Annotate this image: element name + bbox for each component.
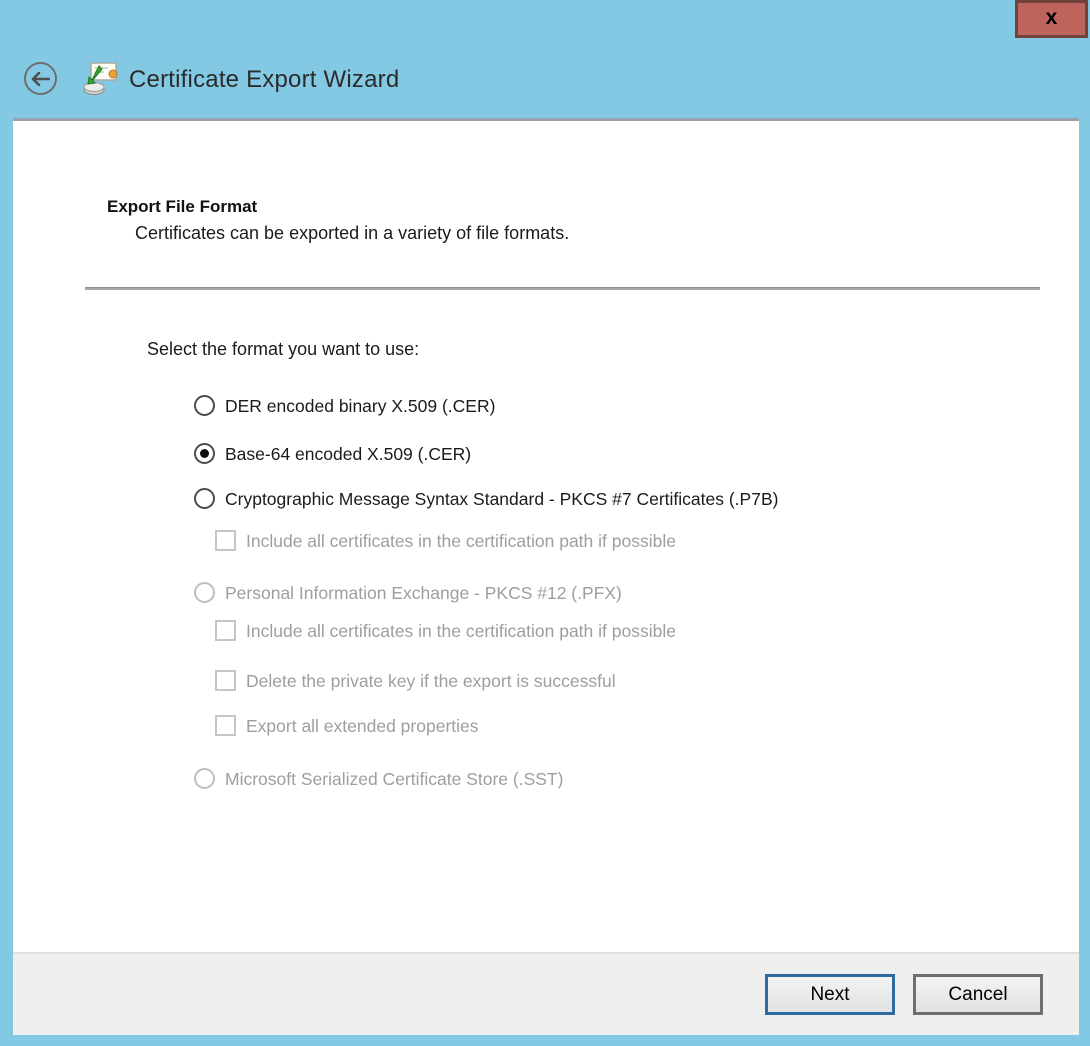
- radio-pkcs7[interactable]: Cryptographic Message Syntax Standard - …: [194, 488, 778, 510]
- section-divider: [85, 287, 1040, 290]
- radio-button-icon[interactable]: [194, 395, 215, 416]
- page-subheading: Certificates can be exported in a variet…: [135, 223, 570, 243]
- checkbox-icon: [215, 670, 236, 691]
- radio-label: DER encoded binary X.509 (.CER): [225, 396, 496, 416]
- radio-button-selected-icon[interactable]: [194, 443, 215, 464]
- title-bar: Certificate Export Wizard: [0, 0, 1090, 118]
- checkbox-delete-private-key: Delete the private key if the export is …: [215, 670, 616, 692]
- radio-button-disabled-icon: [194, 768, 215, 789]
- window-title: Certificate Export Wizard: [129, 66, 400, 93]
- checkbox-label: Delete the private key if the export is …: [246, 671, 616, 691]
- certificate-export-icon: [83, 62, 118, 96]
- checkbox-pfx-include-all-certs: Include all certificates in the certific…: [215, 620, 676, 642]
- checkbox-label: Include all certificates in the certific…: [246, 621, 676, 641]
- back-arrow-icon: [31, 71, 50, 86]
- radio-label: Microsoft Serialized Certificate Store (…: [225, 769, 564, 789]
- radio-base64-encoded[interactable]: Base-64 encoded X.509 (.CER): [194, 443, 471, 465]
- radio-der-encoded[interactable]: DER encoded binary X.509 (.CER): [194, 395, 495, 417]
- certificate-export-wizard-window: x Certificate Export Wizard Export File …: [0, 0, 1090, 1046]
- radio-pfx: Personal Information Exchange - PKCS #12…: [194, 582, 622, 604]
- checkbox-pkcs7-include-all-certs: Include all certificates in the certific…: [215, 530, 676, 552]
- checkbox-icon: [215, 530, 236, 551]
- wizard-page: Export File Format Certificates can be e…: [13, 118, 1079, 1035]
- cancel-button[interactable]: Cancel: [913, 974, 1043, 1015]
- radio-button-disabled-icon: [194, 582, 215, 603]
- radio-label: Cryptographic Message Syntax Standard - …: [225, 489, 779, 509]
- radio-label: Base-64 encoded X.509 (.CER): [225, 444, 472, 464]
- checkbox-label: Include all certificates in the certific…: [246, 531, 676, 551]
- checkbox-label: Export all extended properties: [246, 716, 479, 736]
- checkbox-icon: [215, 715, 236, 736]
- page-heading: Export File Format: [107, 197, 258, 216]
- button-bar: Next Cancel: [13, 952, 1079, 1035]
- checkbox-icon: [215, 620, 236, 641]
- radio-label: Personal Information Exchange - PKCS #12…: [225, 583, 622, 603]
- format-prompt-label: Select the format you want to use:: [147, 339, 420, 359]
- back-button[interactable]: [24, 62, 57, 95]
- radio-button-icon[interactable]: [194, 488, 215, 509]
- checkbox-export-extended-properties: Export all extended properties: [215, 715, 479, 737]
- radio-sst: Microsoft Serialized Certificate Store (…: [194, 768, 563, 790]
- next-button[interactable]: Next: [765, 974, 895, 1015]
